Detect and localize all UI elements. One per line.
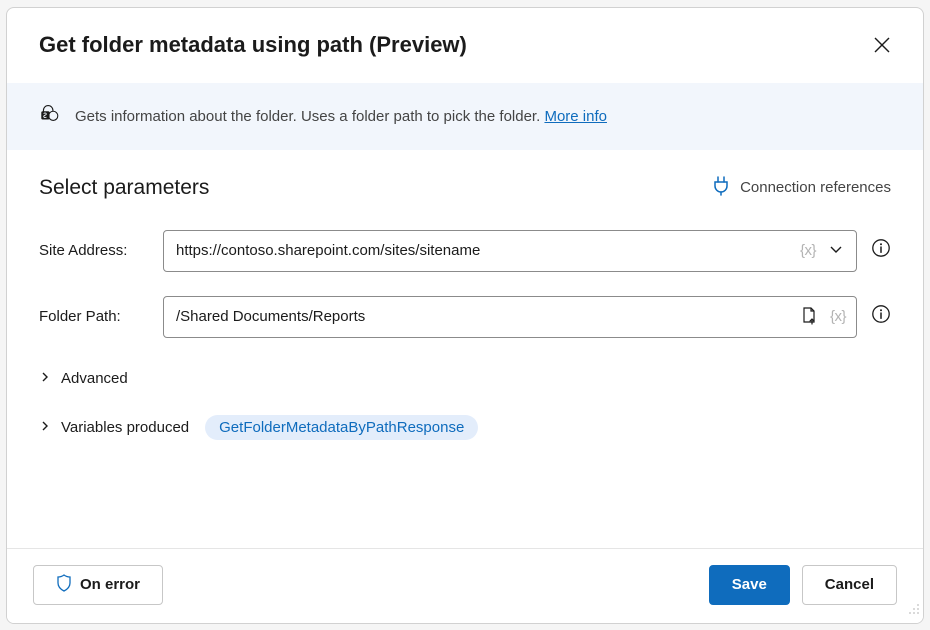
dialog-content: Select parameters Connection references … bbox=[7, 150, 923, 548]
chevron-right-icon bbox=[39, 370, 51, 387]
advanced-label: Advanced bbox=[61, 370, 128, 387]
chevron-down-icon bbox=[828, 241, 844, 260]
chevron-right-icon bbox=[39, 419, 51, 436]
variable-pill[interactable]: GetFolderMetadataByPathResponse bbox=[205, 415, 478, 440]
on-error-label: On error bbox=[80, 576, 140, 593]
on-error-button[interactable]: On error bbox=[33, 565, 163, 605]
save-button[interactable]: Save bbox=[709, 565, 790, 605]
plug-icon bbox=[712, 176, 730, 200]
variables-produced-label: Variables produced bbox=[61, 419, 189, 436]
section-title: Select parameters bbox=[39, 176, 209, 200]
banner-text: Gets information about the folder. Uses … bbox=[75, 108, 607, 125]
folder-picker-button[interactable] bbox=[796, 301, 822, 332]
folder-picker-icon bbox=[800, 305, 818, 328]
variable-token-icon[interactable]: {x} bbox=[828, 306, 848, 327]
param-row-folder-path: Folder Path: {x} bbox=[39, 296, 891, 338]
site-address-dropdown-button[interactable] bbox=[824, 237, 848, 264]
site-address-label: Site Address: bbox=[39, 242, 149, 259]
folder-path-info-button[interactable] bbox=[871, 304, 891, 329]
site-address-input[interactable] bbox=[176, 242, 798, 259]
footer-right: Save Cancel bbox=[709, 565, 897, 605]
connection-references-label: Connection references bbox=[740, 179, 891, 196]
cancel-button[interactable]: Cancel bbox=[802, 565, 897, 605]
resize-grip-icon[interactable] bbox=[907, 602, 921, 621]
site-address-actions: {x} bbox=[798, 237, 848, 264]
section-header-row: Select parameters Connection references bbox=[39, 176, 891, 200]
banner-description: Gets information about the folder. Uses … bbox=[75, 108, 544, 125]
site-address-info-button[interactable] bbox=[871, 238, 891, 263]
advanced-expander[interactable]: Advanced bbox=[39, 370, 891, 387]
info-icon bbox=[871, 238, 891, 258]
param-row-site-address: Site Address: {x} bbox=[39, 230, 891, 272]
folder-path-input[interactable] bbox=[176, 308, 796, 325]
site-address-input-wrap: {x} bbox=[163, 230, 857, 272]
dialog-title: Get folder metadata using path (Preview) bbox=[39, 32, 467, 58]
variables-produced-expander[interactable]: Variables produced GetFolderMetadataByPa… bbox=[39, 415, 891, 440]
folder-path-label: Folder Path: bbox=[39, 308, 149, 325]
info-banner: Gets information about the folder. Uses … bbox=[7, 83, 923, 150]
folder-path-input-wrap: {x} bbox=[163, 296, 857, 338]
info-icon bbox=[871, 304, 891, 324]
shield-icon bbox=[56, 574, 72, 596]
sharepoint-icon bbox=[39, 103, 61, 130]
cancel-label: Cancel bbox=[825, 576, 874, 593]
close-icon bbox=[873, 36, 891, 57]
dialog-footer: On error Save Cancel bbox=[7, 548, 923, 623]
more-info-link[interactable]: More info bbox=[544, 108, 607, 125]
save-label: Save bbox=[732, 576, 767, 593]
variable-token-icon[interactable]: {x} bbox=[798, 240, 818, 261]
connection-references-button[interactable]: Connection references bbox=[712, 176, 891, 200]
dialog-header: Get folder metadata using path (Preview) bbox=[7, 8, 923, 83]
footer-left: On error bbox=[33, 565, 163, 605]
folder-path-actions: {x} bbox=[796, 301, 848, 332]
close-button[interactable] bbox=[869, 32, 895, 61]
dialog: Get folder metadata using path (Preview)… bbox=[6, 7, 924, 624]
